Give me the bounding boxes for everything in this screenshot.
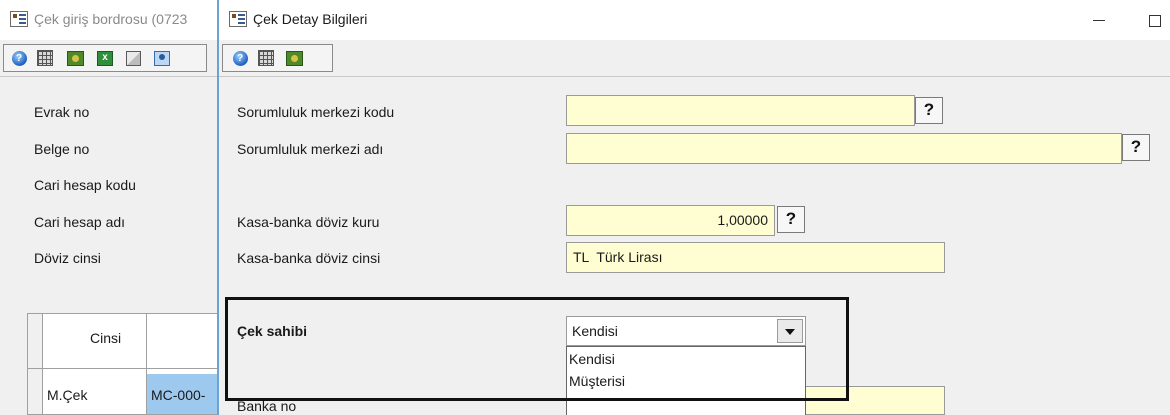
kasa-banka-doviz-kuru-input[interactable]: 1,00000 [566, 205, 775, 236]
banka-no-label: Banka no [237, 398, 297, 414]
chevron-down-icon[interactable] [777, 319, 803, 343]
dropdown-option-musterisi[interactable]: Müşterisi [569, 373, 625, 389]
money-icon [66, 50, 84, 66]
background-window[interactable]: Çek giriş bordrosu (0723 ? Evrak no Belg… [0, 0, 219, 415]
kasa-banka-doviz-kuru-lookup-button[interactable]: ? [777, 206, 805, 233]
money-icon [285, 50, 303, 66]
money-button[interactable] [64, 48, 86, 68]
sorumluluk-merkezi-adi-label: Sorumluluk merkezi adı [237, 141, 384, 157]
evrak-no-label: Evrak no [34, 104, 90, 120]
grid-header-divider [28, 368, 219, 369]
belge-no-label: Belge no [34, 141, 90, 157]
cek-sahibi-dropdown-list[interactable]: Kendisi Müşterisi [566, 346, 806, 415]
cek-sahibi-selected-value: Kendisi [572, 323, 618, 339]
cek-detay-window[interactable]: Çek Detay Bilgileri ? Sorumluluk merkezi… [219, 0, 1170, 415]
grid-cell-code[interactable]: MC-000- [147, 374, 219, 414]
grid-cell-type[interactable]: M.Çek [47, 387, 87, 403]
calculator-button[interactable] [34, 48, 56, 68]
sorumluluk-merkezi-adi-input[interactable] [566, 133, 1122, 164]
kasa-banka-doviz-cinsi-label: Kasa-banka döviz cinsi [237, 250, 381, 266]
app-icon [10, 11, 28, 27]
excel-icon [97, 50, 113, 66]
help-icon: ? [232, 50, 248, 66]
minimize-button[interactable] [1079, 4, 1119, 36]
cek-sahibi-label: Çek sahibi [237, 323, 308, 339]
grid-column-header-cinsi[interactable]: Cinsi [90, 330, 121, 346]
cheque-grid[interactable]: Cinsi M.Çek MC-000- [27, 313, 219, 415]
foreground-window-titlebar[interactable]: Çek Detay Bilgileri [219, 0, 1170, 40]
kasa-banka-doviz-kuru-label: Kasa-banka döviz kuru [237, 214, 380, 230]
money-button[interactable] [283, 48, 305, 68]
cari-hesap-kodu-label: Cari hesap kodu [34, 177, 136, 193]
doviz-cinsi-label: Döviz cinsi [34, 250, 101, 266]
home-button[interactable] [122, 48, 144, 68]
sorumluluk-merkezi-kodu-input[interactable] [566, 95, 915, 126]
foreground-window-title: Çek Detay Bilgileri [253, 11, 368, 27]
calculator-icon [258, 50, 274, 66]
help-icon: ? [11, 50, 27, 66]
calculator-button[interactable] [255, 48, 277, 68]
app-icon [229, 11, 247, 27]
grid-cell-code-text: MC-000- [151, 387, 206, 403]
background-toolbar-group: ? [3, 44, 207, 72]
home-icon [125, 50, 141, 66]
help-button[interactable]: ? [8, 48, 30, 68]
calculator-icon [37, 50, 53, 66]
foreground-toolbar [219, 40, 1170, 77]
cek-sahibi-select[interactable]: Kendisi [566, 316, 806, 346]
maximize-button[interactable] [1137, 4, 1170, 36]
help-button[interactable]: ? [229, 48, 251, 68]
background-window-titlebar[interactable]: Çek giriş bordrosu (0723 [0, 0, 218, 40]
dropdown-option-kendisi[interactable]: Kendisi [569, 351, 615, 367]
grid-row-header [28, 314, 43, 414]
sorumluluk-merkezi-kodu-lookup-button[interactable]: ? [915, 97, 943, 124]
excel-button[interactable] [94, 48, 116, 68]
cari-hesap-adi-label: Cari hesap adı [34, 214, 126, 230]
background-window-title: Çek giriş bordrosu (0723 [34, 11, 188, 27]
sorumluluk-merkezi-kodu-label: Sorumluluk merkezi kodu [237, 104, 395, 120]
person-icon [154, 50, 170, 66]
person-button[interactable] [151, 48, 173, 68]
foreground-toolbar-group: ? [222, 44, 333, 72]
sorumluluk-merkezi-adi-lookup-button[interactable]: ? [1122, 134, 1150, 161]
kasa-banka-doviz-cinsi-input[interactable]: TL Türk Lirası [566, 242, 945, 273]
